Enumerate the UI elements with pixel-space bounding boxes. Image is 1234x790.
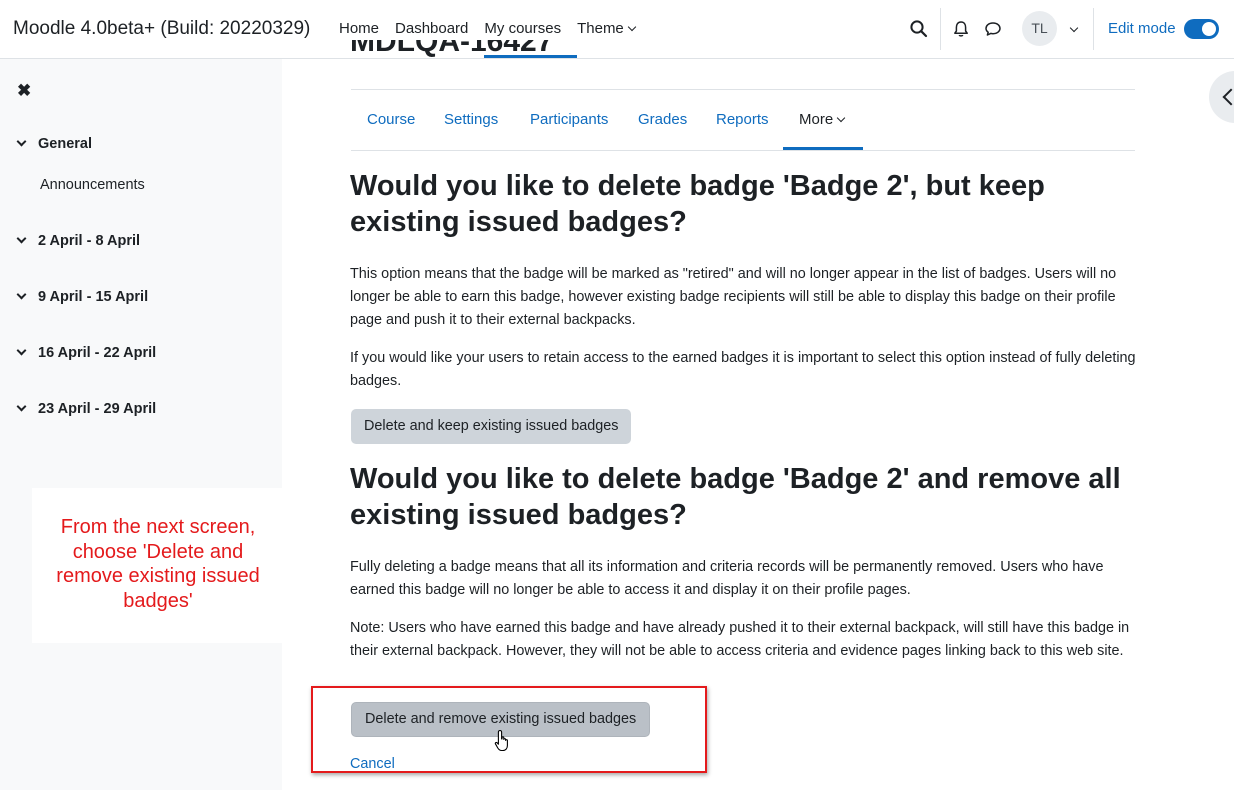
remove-badges-description: Fully deleting a badge means that all it… <box>350 559 1104 598</box>
chevron-down-icon <box>627 22 637 32</box>
hand-pointer-icon <box>494 729 508 752</box>
tab-participants[interactable]: Participants <box>530 111 608 128</box>
section-title: General <box>38 136 92 152</box>
block-drawer-toggle[interactable] <box>1209 71 1234 123</box>
keep-badges-description: This option means that the badge will be… <box>350 266 1117 328</box>
course-index-section-week3[interactable]: 16 April - 22 April <box>16 345 157 361</box>
course-index-section-week1[interactable]: 2 April - 8 April <box>16 233 141 249</box>
tab-more[interactable]: More <box>799 111 846 128</box>
chevron-down-icon[interactable] <box>1069 23 1079 33</box>
remove-badges-note: Note: Users who have earned this badge a… <box>350 620 1130 659</box>
tab-more-label: More <box>799 111 834 128</box>
user-avatar[interactable]: TL <box>1022 11 1057 46</box>
chevron-down-icon[interactable] <box>16 401 27 412</box>
navbar-divider <box>1093 8 1094 50</box>
remove-badges-heading: Would you like to delete badge 'Badge 2'… <box>350 463 1121 531</box>
active-tab-indicator <box>783 147 863 150</box>
course-index-section-week4[interactable]: 23 April - 29 April <box>16 401 157 417</box>
site-brand[interactable]: Moodle 4.0beta+ (Build: 20220329) <box>13 18 310 40</box>
section-title: 2 April - 8 April <box>38 233 141 249</box>
secondary-navigation: Course Settings Participants Grades Repo… <box>351 89 1135 151</box>
section-title: 16 April - 22 April <box>38 345 157 361</box>
bell-icon[interactable] <box>951 19 971 39</box>
top-navbar: Moodle 4.0beta+ (Build: 20220329) Home D… <box>0 0 1234 59</box>
delete-keep-badges-button[interactable]: Delete and keep existing issued badges <box>351 409 632 444</box>
cancel-link[interactable]: Cancel <box>350 756 395 772</box>
nav-home-label: Home <box>339 20 380 37</box>
chevron-down-icon[interactable] <box>16 345 27 356</box>
chevron-down-icon[interactable] <box>16 233 27 244</box>
chevron-down-icon[interactable] <box>16 136 27 147</box>
nav-my-courses-label: My courses <box>484 20 562 37</box>
course-index-section-general[interactable]: General <box>16 136 92 152</box>
keep-badges-note: If you would like your users to retain a… <box>350 350 1136 389</box>
chevron-down-icon[interactable] <box>16 289 27 300</box>
tab-settings[interactable]: Settings <box>444 111 498 128</box>
annotation-callout: From the next screen, choose 'Delete and… <box>32 488 284 643</box>
section-title: 23 April - 29 April <box>38 401 157 417</box>
keep-badges-heading: Would you like to delete badge 'Badge 2'… <box>350 170 1045 238</box>
chevron-down-icon <box>836 113 846 123</box>
tab-course[interactable]: Course <box>367 111 415 128</box>
tab-grades[interactable]: Grades <box>638 111 687 128</box>
edit-mode-label: Edit mode <box>1108 20 1176 37</box>
nav-theme-label: Theme <box>577 20 624 37</box>
nav-theme-dropdown[interactable]: Theme <box>569 0 643 58</box>
course-index-section-week2[interactable]: 9 April - 15 April <box>16 289 149 305</box>
nav-dashboard-label: Dashboard <box>395 20 469 37</box>
edit-mode-toggle[interactable] <box>1184 19 1219 39</box>
navbar-divider <box>940 8 941 50</box>
course-title: MDLQA-16427 <box>350 40 553 59</box>
course-index-drawer: ✖ General Announcements 2 April - 8 Apri… <box>0 59 282 790</box>
course-title-text: MDLQA-16427 <box>350 40 554 58</box>
tab-reports[interactable]: Reports <box>716 111 769 128</box>
chevron-left-icon <box>1222 88 1234 106</box>
close-icon[interactable]: ✖ <box>17 81 31 101</box>
chat-bubble-icon[interactable] <box>983 19 1003 39</box>
course-index-item-announcements[interactable]: Announcements <box>40 177 145 193</box>
search-icon[interactable] <box>909 19 929 39</box>
section-title: 9 April - 15 April <box>38 289 149 305</box>
